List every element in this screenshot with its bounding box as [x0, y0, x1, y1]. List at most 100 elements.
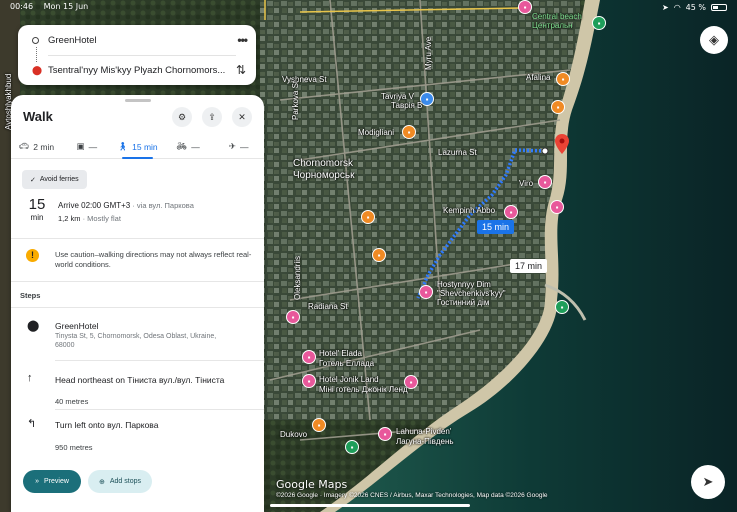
hostynnyy-label: Hostynnyy Dim [437, 280, 491, 289]
park-pin-icon[interactable]: ▪ [592, 16, 606, 30]
trip-duration-unit: min [30, 213, 44, 222]
route-options-icon[interactable]: ⚙ [172, 107, 192, 127]
fast-forward-icon: » [35, 478, 39, 485]
tab-driving[interactable]: 🚗︎ 2 min [11, 135, 62, 158]
steps-heading: Steps [20, 291, 41, 300]
trip-duration-value: 15 [28, 196, 46, 213]
tab-walking-label: 15 min [132, 141, 158, 152]
lahuna-label: Lahuna-Pivden' [396, 427, 452, 436]
dukovo-label: Dukovo [280, 430, 308, 439]
route-connector [36, 47, 37, 62]
origin-row[interactable]: GreenHotel [32, 35, 97, 46]
home-indicator[interactable] [270, 504, 470, 507]
hotel-pin-icon[interactable]: ▪ [538, 175, 552, 189]
check-icon: ✓ [30, 176, 36, 184]
destination-marker-icon: ⬤ [32, 65, 43, 75]
distance-value: 1,2 km [58, 214, 81, 223]
bike-icon: 🚲︎ [176, 141, 188, 151]
step-distance: 40 metres [55, 397, 89, 406]
lazurna-street-label: Lazurna St [438, 148, 477, 157]
map-attribution[interactable]: ©2026 Google · Imagery ©2026 CNES / Airb… [276, 492, 548, 499]
arrow-up-icon: ↑ [27, 372, 33, 384]
destination-pin-icon[interactable] [555, 134, 569, 154]
divider [11, 307, 264, 308]
restaurant-pin-icon[interactable]: ▪ [312, 418, 326, 432]
restaurant-pin-icon[interactable]: ▪ [361, 210, 375, 224]
walk-icon: 🚶︎ [117, 141, 129, 151]
hotel-pin-icon[interactable]: ▪ [419, 285, 433, 299]
more-options-icon[interactable]: ••• [237, 33, 248, 47]
close-icon[interactable]: ✕ [232, 107, 252, 127]
transit-icon: ▣ [76, 141, 85, 151]
route-duration-alternate[interactable]: 17 min [510, 259, 548, 273]
preview-button[interactable]: » Preview [23, 470, 81, 493]
kempinh-label: Kempinh Abbo [443, 206, 496, 215]
restaurant-pin-icon[interactable]: ▪ [372, 248, 386, 262]
divider [11, 238, 264, 239]
tab-walking[interactable]: 🚶︎ 15 min [112, 135, 163, 159]
drag-handle[interactable] [125, 99, 151, 102]
tavriya-label: Tavriya V [381, 92, 414, 101]
trip-distance: 1,2 km · Mostly flat [58, 214, 121, 223]
hotel-pin-icon[interactable]: ▪ [302, 350, 316, 364]
wifi-icon: ◠ [673, 2, 681, 12]
tavriya-ua-label: Таврія В [391, 101, 423, 110]
tab-driving-label: 2 min [33, 141, 55, 152]
divider [55, 409, 264, 410]
terrain-note: · Mostly flat [80, 214, 121, 223]
add-stops-button[interactable]: ⊕ Add stops [88, 470, 152, 493]
step-instruction[interactable]: Turn left onto вул. Паркова [55, 420, 158, 430]
directions-panel: Walk ⚙ ⇪ ✕ 🚗︎ 2 min ▣ — 🚶︎ 15 min 🚲︎ — ✈… [11, 95, 264, 512]
elada-label: Hotel' Elada [319, 349, 362, 358]
city-label: Chornomorsk [293, 158, 354, 169]
tab-cycling[interactable]: 🚲︎ — [163, 135, 214, 158]
restaurant-pin-icon[interactable]: ▪ [556, 72, 570, 86]
city-label-ua: Чорноморськ [293, 170, 355, 181]
hotel-pin-icon[interactable]: ▪ [378, 427, 392, 441]
trip-duration: 15 min [25, 197, 49, 223]
divider [11, 281, 264, 282]
route-duration-primary[interactable]: 15 min [477, 220, 515, 234]
elada-ua-label: Готель Еллада [319, 359, 375, 368]
restaurant-pin-icon[interactable]: ▪ [551, 100, 565, 114]
route-divider [48, 55, 236, 56]
share-icon[interactable]: ⇪ [202, 107, 222, 127]
panel-title: Walk [23, 109, 53, 124]
origin-field[interactable]: GreenHotel [48, 35, 97, 46]
park-pin-icon[interactable]: ▪ [555, 300, 569, 314]
vyshneva-street-label: Vyshneva St [282, 75, 327, 84]
hotel-pin-icon[interactable]: ▪ [302, 374, 316, 388]
trip-arrival: Arrive 02:00 GMT+3 · via вул. Паркова [58, 201, 194, 210]
location-icon: ➤ [661, 2, 669, 12]
destination-row[interactable]: ⬤ Tsentral'nyy Mis'kyy Plyazh Chornomors… [32, 65, 225, 76]
arrival-time: Arrive 02:00 GMT+3 [58, 201, 131, 210]
add-stops-label: Add stops [109, 478, 141, 485]
battery-fill [713, 5, 719, 9]
status-date: Mon 15 Jun [43, 2, 89, 11]
step-origin-address: Tinysta St, 5, Chornomorsk, Odesa Oblast… [55, 333, 217, 349]
step-instruction[interactable]: Head northeast on Тіниста вул./вул. Тіни… [55, 375, 224, 385]
lahuna-ua-label: Лагуна-Південь [396, 437, 454, 446]
jonik-ua-label: Міні готель Джонік Ленд [319, 385, 408, 394]
step-origin-name[interactable]: GreenHotel [55, 321, 98, 331]
my-location-button[interactable]: ➤ [691, 465, 725, 499]
turn-left-icon: ↰ [27, 418, 37, 430]
battery-icon [711, 3, 727, 11]
layers-icon: ◈ [709, 32, 719, 47]
tab-flights[interactable]: ✈ — [213, 135, 264, 158]
hostynnyy-ua-label: Гостинний дім [437, 298, 490, 307]
layers-button[interactable]: ◈ [700, 26, 728, 54]
destination-field[interactable]: Tsentral'nyy Mis'kyy Plyazh Chornomors..… [48, 65, 225, 76]
status-time: 00:46 [10, 2, 34, 11]
hotel-pin-icon[interactable]: ▪ [504, 205, 518, 219]
tab-transit[interactable]: ▣ — [62, 135, 113, 158]
hotel-pin-icon[interactable]: ▪ [286, 310, 300, 324]
park-pin-icon[interactable]: ▪ [345, 440, 359, 454]
restaurant-pin-icon[interactable]: ▪ [402, 125, 416, 139]
navigation-arrow-icon: ➤ [702, 474, 714, 489]
hotel-pin-icon[interactable]: ▪ [550, 200, 564, 214]
tab-flights-label: — [239, 141, 249, 152]
swap-icon[interactable]: ⇅ [236, 63, 246, 77]
avoid-ferries-chip[interactable]: ✓ Avoid ferries [22, 170, 87, 189]
route-via: · via вул. Паркова [130, 201, 194, 210]
